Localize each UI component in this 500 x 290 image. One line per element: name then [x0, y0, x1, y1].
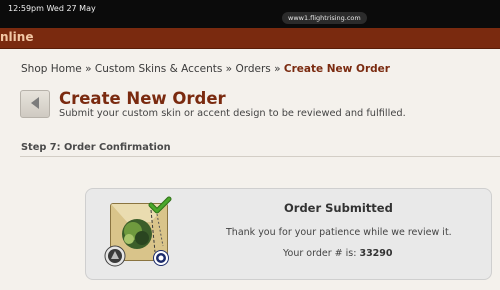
site-top-bar: nline	[0, 28, 500, 49]
breadcrumb-current: Create New Order	[283, 63, 390, 75]
checkmark-icon	[148, 196, 172, 214]
breadcrumb-separator: »	[81, 63, 95, 75]
order-number-line: Your order # is: 33290	[283, 248, 393, 259]
device-status-bar: 12:59pm Wed 27 May www1.flightrising.com	[0, 0, 500, 28]
confirmation-message: Thank you for your patience while we rev…	[226, 227, 452, 238]
divider	[20, 156, 500, 157]
confirmation-title: Order Submitted	[284, 201, 393, 215]
status-time-date: 12:59pm Wed 27 May	[8, 4, 96, 13]
step-heading: Step 7: Order Confirmation	[21, 142, 171, 153]
back-button[interactable]	[20, 90, 50, 118]
page-title: Create New Order	[59, 89, 226, 108]
order-number-value: 33290	[359, 248, 393, 259]
site-top-bar-text: nline	[0, 30, 34, 44]
breadcrumb-orders[interactable]: Orders	[235, 63, 270, 75]
accent-badge-icon	[153, 250, 169, 266]
breadcrumb-separator: »	[222, 63, 236, 75]
breadcrumb: Shop Home » Custom Skins & Accents » Ord…	[21, 63, 390, 75]
breadcrumb-separator: »	[270, 63, 284, 75]
order-number-label: Your order # is:	[283, 248, 360, 259]
breadcrumb-custom-skins[interactable]: Custom Skins & Accents	[95, 63, 222, 75]
breadcrumb-shop-home[interactable]: Shop Home	[21, 63, 82, 75]
gender-badge-icon	[104, 245, 126, 267]
url-bar[interactable]: www1.flightrising.com	[282, 12, 367, 24]
page-subtitle: Submit your custom skin or accent design…	[59, 108, 406, 119]
back-arrow-icon	[31, 97, 39, 109]
